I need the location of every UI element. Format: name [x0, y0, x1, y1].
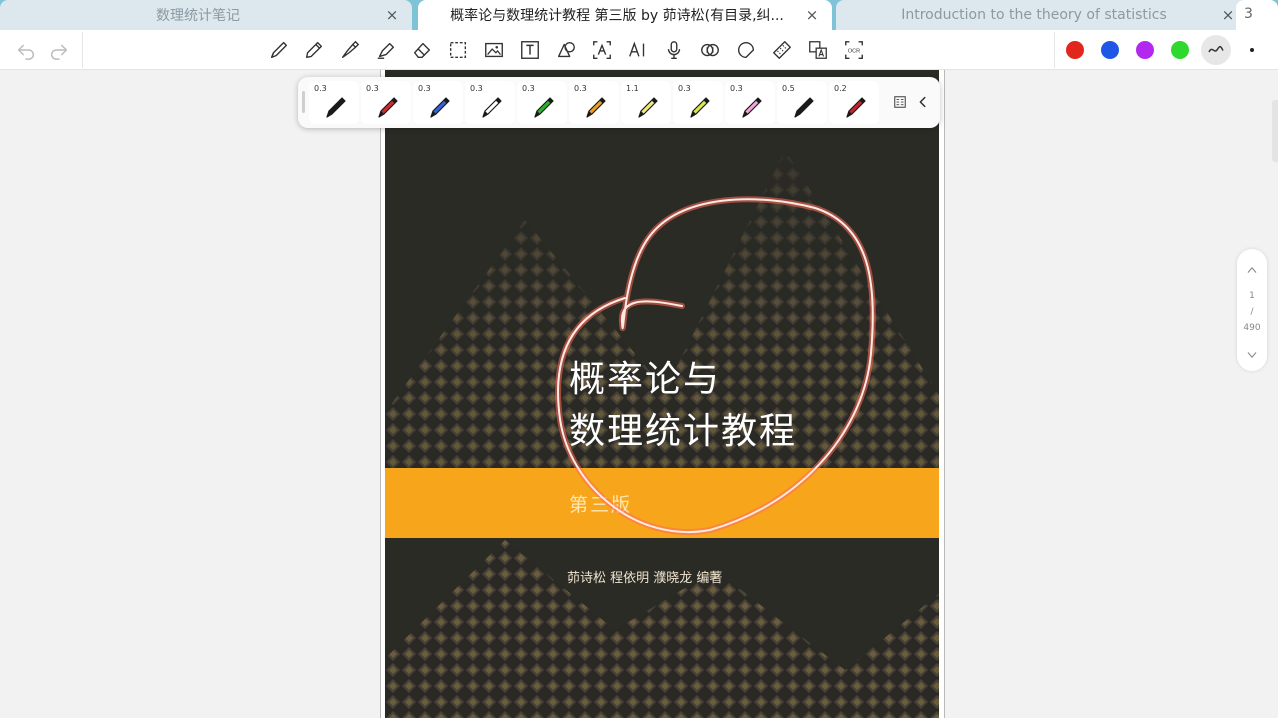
fountain-pen-icon[interactable]	[336, 36, 364, 64]
current-page-number: 1	[1249, 291, 1255, 301]
pen-preset-4[interactable]: 0.3	[465, 81, 515, 124]
text-recognition-icon[interactable]	[588, 36, 616, 64]
color-swatch-red[interactable]	[1066, 41, 1084, 59]
tab-textbook[interactable]: 概率论与数理统计教程 第三版 by 茆诗松(有目录,纠... ×	[418, 0, 832, 30]
pen-preset-6[interactable]: 0.3	[569, 81, 619, 124]
pen-icon	[846, 97, 866, 118]
pen-size-label: 0.3	[418, 84, 431, 93]
toolbar: OCR	[0, 30, 1278, 70]
microphone-icon[interactable]	[660, 36, 688, 64]
pen-preset-palette: 0.3 0.3 0.3 0.3 0.3 0.3 1.1 0.3 0.3 0.5 0.2	[298, 77, 940, 128]
image-icon[interactable]	[480, 36, 508, 64]
page-separator: /	[1250, 307, 1254, 317]
cover-title-line1: 概率论与	[569, 359, 722, 400]
pen-preset-2[interactable]: 0.3	[361, 81, 411, 124]
pen-preset-11[interactable]: 0.2	[829, 81, 879, 124]
highlighter-icon[interactable]	[372, 36, 400, 64]
pen-size-label: 0.3	[574, 84, 587, 93]
drag-handle[interactable]	[302, 91, 305, 113]
pen-icon	[794, 97, 814, 118]
text-box-icon[interactable]	[516, 36, 544, 64]
pen-preset-8[interactable]: 0.3	[673, 81, 723, 124]
pen-icon[interactable]	[265, 36, 293, 64]
redo-icon[interactable]	[45, 36, 73, 64]
tab-notes[interactable]: 数理统计笔记 ×	[0, 0, 412, 30]
pen-preset-5[interactable]: 0.3	[517, 81, 567, 124]
color-swatch-blue[interactable]	[1101, 41, 1119, 59]
tab-count-badge[interactable]: 3	[1236, 0, 1278, 30]
previous-page-icon[interactable]	[1244, 262, 1260, 278]
color-swatch-purple[interactable]	[1136, 41, 1154, 59]
ocr-label: OCR	[848, 48, 860, 54]
pen-size-label: 1.1	[626, 84, 639, 93]
pencil-icon[interactable]	[300, 36, 328, 64]
pen-size-label: 0.3	[730, 84, 743, 93]
tab-label: 概率论与数理统计教程 第三版 by 茆诗松(有目录,纠...	[450, 8, 784, 24]
close-tab-icon[interactable]: ×	[804, 6, 820, 24]
close-tab-icon[interactable]: ×	[1220, 6, 1236, 24]
sticky-shape-icon[interactable]	[732, 36, 760, 64]
side-panel-handle[interactable]	[1272, 100, 1278, 162]
tape-icon[interactable]	[768, 36, 796, 64]
toolbar-divider	[1054, 32, 1055, 68]
pen-preset-7[interactable]: 1.1	[621, 81, 671, 124]
page-indicator: 1 / 490	[1237, 249, 1267, 371]
pen-size-label: 0.5	[782, 84, 795, 93]
pen-icon	[482, 97, 502, 118]
pen-size-label: 0.2	[834, 84, 847, 93]
pen-icon	[326, 97, 346, 118]
pen-preset-1[interactable]: 0.3	[309, 81, 359, 124]
cover-authors: 茆诗松 程依明 濮晓龙 编著	[567, 571, 723, 586]
ai-icon[interactable]	[624, 36, 652, 64]
tab-label: 数理统计笔记	[156, 8, 240, 24]
stroke-style-icon	[1208, 45, 1224, 53]
pen-icon	[534, 97, 554, 118]
next-page-icon[interactable]	[1244, 347, 1260, 363]
total-pages: 490	[1243, 323, 1261, 333]
pen-icon	[742, 97, 762, 118]
pen-size-label: 0.3	[678, 84, 691, 93]
shapes-icon[interactable]	[552, 36, 580, 64]
pen-size-label: 0.3	[366, 84, 379, 93]
close-tab-icon[interactable]: ×	[384, 6, 400, 24]
cover-edition: 第三版	[569, 494, 633, 516]
pen-icon	[638, 97, 658, 118]
pen-size-label: 0.3	[522, 84, 535, 93]
tab-statistics-book[interactable]: Introduction to the theory of statistics…	[836, 0, 1248, 30]
undo-icon[interactable]	[12, 36, 40, 64]
stroke-style-button[interactable]	[1201, 35, 1231, 65]
tab-bar: 数理统计笔记 × 概率论与数理统计教程 第三版 by 茆诗松(有目录,纠... …	[0, 0, 1278, 30]
record-icon[interactable]	[696, 36, 724, 64]
pen-icon	[586, 97, 606, 118]
tab-label: Introduction to the theory of statistics	[901, 7, 1167, 23]
stroke-size-dot-button[interactable]	[1246, 44, 1258, 56]
cover-band	[385, 468, 939, 538]
eraser-icon[interactable]	[408, 36, 436, 64]
collapse-palette-icon[interactable]	[914, 93, 932, 111]
cover-title-line2: 数理统计教程	[569, 411, 798, 452]
pen-size-label: 0.3	[470, 84, 483, 93]
toolbar-divider	[82, 32, 83, 68]
translate-icon[interactable]	[804, 36, 832, 64]
preset-manage-icon[interactable]	[891, 93, 909, 111]
pen-preset-10[interactable]: 0.5	[777, 81, 827, 124]
pen-icon	[430, 97, 450, 118]
dot-icon	[1250, 48, 1254, 52]
color-swatch-green[interactable]	[1171, 41, 1189, 59]
lasso-select-icon[interactable]	[444, 36, 472, 64]
book-cover: 概率论与 数理统计教程 第三版 茆诗松 程依明 濮晓龙 编著	[385, 70, 939, 718]
pen-size-label: 0.3	[314, 84, 327, 93]
pen-icon	[378, 97, 398, 118]
ocr-icon[interactable]: OCR	[840, 36, 868, 64]
pen-preset-3[interactable]: 0.3	[413, 81, 463, 124]
pen-icon	[690, 97, 710, 118]
pen-preset-9[interactable]: 0.3	[725, 81, 775, 124]
